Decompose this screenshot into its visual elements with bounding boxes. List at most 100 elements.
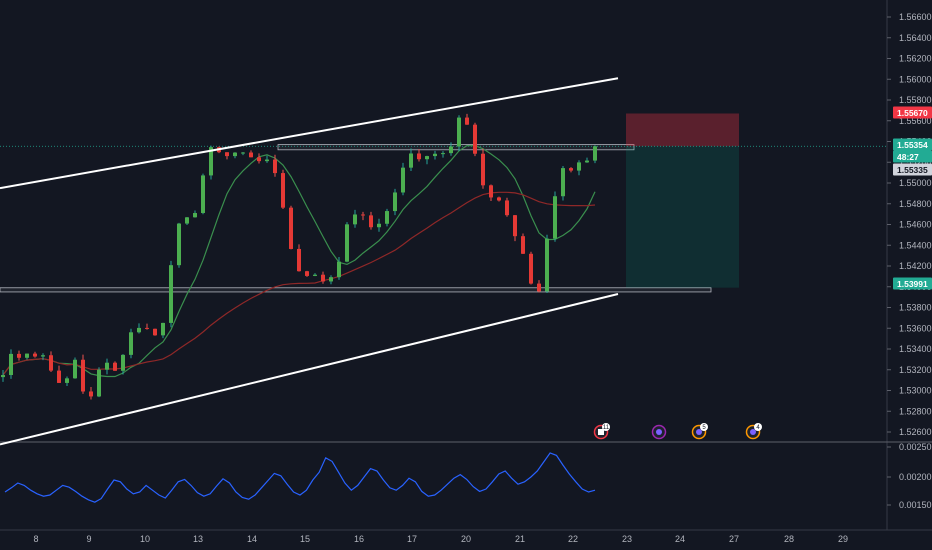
oscillator-tick-label: 0.00150	[899, 500, 932, 510]
candle-body	[169, 265, 173, 323]
price-tag-label: 1.55670	[897, 108, 928, 118]
channel-lines	[0, 77, 619, 446]
candle-body	[505, 200, 509, 216]
forex-chart[interactable]: 1.56600 1.56400 1.56200 1.56000 1.55800 1.556…	[0, 0, 932, 550]
candle-body	[545, 238, 549, 292]
candle-body	[249, 152, 253, 158]
candle-body	[305, 271, 309, 276]
candle-body	[9, 353, 13, 376]
candle-body	[537, 283, 541, 292]
price-tick-label: 1.54400	[899, 240, 932, 250]
candle-body	[577, 162, 581, 171]
candle-body	[553, 196, 557, 239]
candle-body	[25, 353, 29, 358]
price-tick-label: 1.54200	[899, 261, 932, 271]
price-tick-label: 1.54800	[899, 199, 932, 209]
price-tag-label: 1.53991	[897, 279, 928, 289]
price-tick-label: 1.52600	[899, 427, 932, 437]
price-tick-label: 1.54600	[899, 220, 932, 230]
time-tick-label: 14	[247, 534, 257, 544]
candle-body	[225, 152, 229, 157]
globe-glyph	[656, 429, 662, 435]
candle-body	[73, 359, 77, 379]
candle-body	[473, 124, 477, 154]
candle-body	[297, 248, 301, 272]
time-tick-label: 28	[784, 534, 794, 544]
oscillator-axis: 0.00250 0.00200 0.00150	[0, 441, 932, 510]
candle-body	[313, 274, 317, 276]
time-tick-label: 8	[33, 534, 38, 544]
candle-body	[41, 355, 45, 357]
candle-body	[185, 217, 189, 224]
candle-body	[193, 213, 197, 218]
candle-body	[449, 146, 453, 154]
price-tick-label: 1.56200	[899, 54, 932, 64]
take-profit-zone[interactable]	[626, 146, 739, 288]
price-tick-label: 1.55800	[899, 95, 932, 105]
event-badge[interactable]	[651, 424, 667, 440]
candle-body	[361, 214, 365, 216]
stop-loss-zone[interactable]	[626, 113, 739, 147]
time-tick-label: 16	[354, 534, 364, 544]
candle-body	[289, 207, 293, 249]
candle-body	[105, 362, 109, 370]
candle-body	[145, 327, 149, 329]
time-tick-label: 20	[461, 534, 471, 544]
resistance-zone[interactable]	[277, 144, 635, 151]
price-tick-label: 1.55000	[899, 178, 932, 188]
time-tick-label: 17	[407, 534, 417, 544]
time-tick-label: 27	[729, 534, 739, 544]
candle-body	[593, 146, 597, 161]
candle-body	[521, 236, 525, 254]
price-tick-label: 1.53400	[899, 344, 932, 354]
candle-body	[321, 274, 325, 282]
candle-body	[441, 153, 445, 155]
time-axis: 8 9 10 13 14 15 16 17 20 21 22 23 24 27 28 29	[0, 529, 932, 544]
candle-body	[281, 173, 285, 208]
candle-body	[393, 192, 397, 212]
candle-body	[273, 159, 277, 174]
candle-body	[49, 355, 53, 371]
candle-body	[265, 159, 269, 162]
time-tick-label: 22	[568, 534, 578, 544]
event-badge[interactable]: 11	[593, 423, 611, 440]
price-tick-label: 1.53600	[899, 323, 932, 333]
candles	[1, 113, 597, 400]
candle-body	[121, 354, 125, 371]
candle-body	[497, 197, 501, 201]
price-tag-label: 1.55335	[897, 165, 928, 175]
candle-body	[529, 253, 533, 284]
slow-moving-average	[2, 191, 596, 376]
candle-body	[329, 277, 333, 282]
candle-body	[433, 153, 437, 157]
event-badge[interactable]: 5	[691, 423, 709, 440]
price-tag-label: 1.55354	[897, 140, 928, 150]
time-tick-label: 24	[675, 534, 685, 544]
channel-upper-line[interactable]	[0, 77, 619, 190]
candle-body	[465, 117, 469, 125]
candle-body	[201, 175, 205, 214]
candle-body	[401, 167, 405, 193]
candle-body	[177, 223, 181, 266]
candle-body	[33, 353, 37, 357]
candle-body	[65, 378, 69, 383]
zones	[0, 113, 886, 293]
candle-body	[513, 215, 517, 237]
event-badges: 11 5 4	[593, 423, 763, 440]
price-tick-label: 1.53000	[899, 386, 932, 396]
price-tick-label: 1.53200	[899, 365, 932, 375]
candle-body	[345, 224, 349, 262]
candle-body	[81, 359, 85, 392]
time-tick-label: 15	[300, 534, 310, 544]
oscillator-tick-label: 0.00200	[899, 472, 932, 482]
support-zone[interactable]	[0, 287, 712, 293]
time-tick-label: 23	[622, 534, 632, 544]
candle-body	[257, 157, 261, 162]
event-badge[interactable]: 4	[745, 423, 763, 440]
price-tag-label: 48:27	[897, 152, 919, 162]
candle-body	[417, 153, 421, 160]
candle-body	[153, 328, 157, 336]
candle-body	[113, 362, 117, 371]
globe-glyph	[750, 429, 756, 435]
candle-body	[585, 160, 589, 163]
